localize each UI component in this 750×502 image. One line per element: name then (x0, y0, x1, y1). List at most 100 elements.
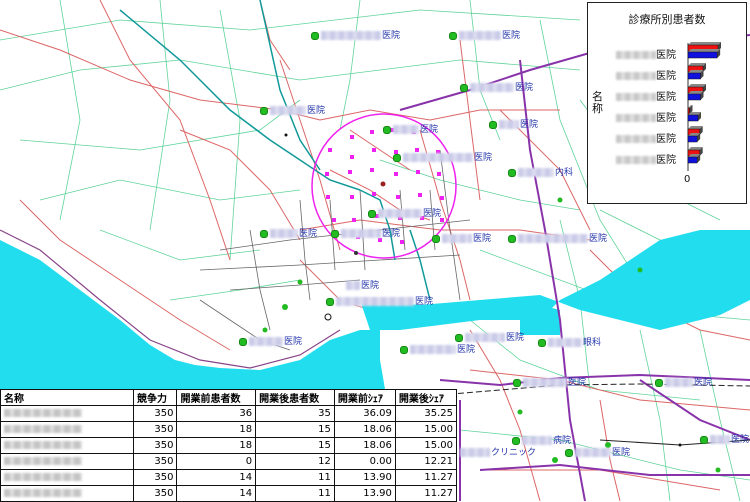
table-row[interactable]: 350 0 12 0.00 12.21 (0, 453, 458, 470)
clinic-label-suffix: 医院 (474, 153, 493, 163)
clinic-label[interactable]: 医院 (455, 333, 524, 344)
clinic-marker-icon (565, 448, 573, 457)
chart-bar[interactable] (687, 49, 721, 59)
clinic-label[interactable]: 医院 (513, 378, 586, 389)
redacted-name (336, 297, 414, 306)
clinic-marker-icon (538, 338, 546, 347)
redacted-name (4, 457, 82, 465)
clinic-marker-icon (455, 333, 463, 342)
cell-name (0, 405, 134, 422)
cell-competitiveness: 350 (132, 485, 178, 502)
clinic-label[interactable]: 眼科 (538, 338, 601, 349)
clinic-label[interactable]: 医院 (565, 448, 630, 459)
cell-share-after: 15.00 (394, 421, 458, 438)
black-point (284, 133, 288, 137)
clinic-label[interactable]: クリニック (460, 448, 536, 459)
clinic-label-suffix: 医院 (568, 378, 587, 388)
clinic-table: 名称 競争力 開業前患者数 開業後患者数 開業前ｼｪｱ 開業後ｼｪｱ 350 3… (0, 389, 458, 502)
clinic-label[interactable]: 医院 (260, 229, 317, 240)
clinic-label-suffix: 医院 (473, 234, 492, 244)
clinic-label[interactable]: 医院 (400, 345, 475, 356)
cell-competitiveness: 350 (132, 437, 178, 454)
cell-name (0, 469, 134, 486)
clinic-label-suffix: クリニック (491, 448, 537, 458)
clinic-label[interactable]: 医院 (700, 435, 749, 446)
cell-share-after: 11.27 (394, 469, 458, 486)
table-row[interactable]: 350 18 15 18.06 15.00 (0, 437, 458, 454)
clinic-marker-icon (368, 209, 376, 218)
redacted-name (665, 378, 693, 387)
clinic-label[interactable]: 医院 (449, 31, 520, 42)
clinic-label[interactable]: 医院 (489, 120, 538, 131)
cell-name (0, 453, 134, 470)
redacted-name (710, 435, 730, 444)
chart-bar[interactable] (687, 133, 701, 143)
clinic-marker-icon (311, 31, 319, 40)
clinic-label[interactable]: 医院 (432, 234, 491, 245)
redacted-name (575, 448, 611, 457)
clinic-marker-icon (400, 345, 408, 354)
cell-patients-before: 18 (176, 437, 257, 454)
redacted-name (403, 153, 473, 162)
clinic-label-suffix: 医院 (382, 229, 401, 239)
col-header-patients-after[interactable]: 開業後患者数 (255, 389, 335, 406)
cell-name (0, 437, 134, 454)
cell-share-after: 15.00 (394, 437, 458, 454)
col-header-share-after[interactable]: 開業後ｼｪｱ (394, 389, 458, 406)
clinic-label[interactable]: 医院 (460, 83, 533, 94)
table-row[interactable]: 350 36 35 36.09 35.25 (0, 405, 458, 422)
clinic-label-suffix: 病院 (553, 436, 572, 446)
clinic-label[interactable]: 医院 (331, 229, 400, 240)
clinic-label[interactable]: 医院 (368, 209, 441, 220)
cell-patients-before: 0 (176, 453, 257, 470)
clinic-label-suffix: 医院 (589, 234, 608, 244)
chart-bar[interactable] (687, 154, 701, 164)
table-row[interactable]: 350 18 15 18.06 15.00 (0, 421, 458, 438)
clinic-label[interactable]: 病院 (512, 436, 571, 447)
col-header-competitiveness[interactable]: 競争力 (132, 389, 178, 406)
clinic-label[interactable]: 医院 (311, 31, 400, 42)
redacted-name (341, 229, 381, 238)
clinic-label[interactable]: 医院 (508, 234, 607, 245)
table-header-row: 名称 競争力 開業前患者数 開業後患者数 開業前ｼｪｱ 開業後ｼｪｱ (0, 389, 458, 406)
redacted-name (465, 333, 505, 342)
new-clinic-marker[interactable] (380, 181, 386, 187)
cell-share-before: 18.06 (333, 421, 396, 438)
redacted-name (522, 436, 552, 445)
clinic-label-suffix: 内科 (555, 168, 574, 178)
chart-bar[interactable] (687, 70, 704, 80)
clinic-label[interactable]: 医院 (655, 378, 712, 389)
clinic-label[interactable]: 医院 (260, 106, 325, 117)
patient-count-chart[interactable]: 診療所別患者数 名称 医院 医院 医院 医院 医院 医院 0 (587, 2, 747, 204)
clinic-label-suffix: 医院 (520, 120, 539, 130)
clinic-label[interactable]: 内科 (508, 168, 573, 179)
redacted-name (410, 345, 456, 354)
redacted-name (4, 489, 82, 497)
clinic-label-suffix: 医院 (612, 448, 631, 458)
clinic-label[interactable]: 医院 (393, 153, 492, 164)
cell-share-before: 13.90 (333, 469, 396, 486)
cell-share-after: 11.27 (394, 485, 458, 502)
clinic-label[interactable]: 医院 (326, 297, 433, 308)
cell-name (0, 421, 134, 438)
clinic-marker-icon (239, 337, 247, 346)
chart-bar[interactable] (687, 91, 704, 101)
clinic-marker-icon (449, 31, 457, 40)
table-row[interactable]: 350 14 11 13.90 11.27 (0, 485, 458, 502)
clinic-label-suffix: 医院 (382, 31, 401, 41)
clinic-label[interactable]: 医院 (383, 125, 438, 136)
redacted-name (4, 441, 82, 449)
clinic-label-suffix: 眼科 (583, 338, 602, 348)
col-header-patients-before[interactable]: 開業前患者数 (176, 389, 257, 406)
clinic-label[interactable]: 医院 (239, 337, 302, 348)
chart-bar[interactable] (687, 112, 701, 122)
clinic-label-suffix: 医院 (502, 31, 521, 41)
clinic-label[interactable]: 医院 (346, 281, 379, 292)
col-header-share-before[interactable]: 開業前ｼｪｱ (333, 389, 396, 406)
clinic-label-suffix: 医院 (731, 435, 750, 445)
redacted-name (346, 281, 360, 290)
redacted-name (321, 31, 381, 40)
table-row[interactable]: 350 14 11 13.90 11.27 (0, 469, 458, 486)
cell-patients-before: 18 (176, 421, 257, 438)
col-header-name[interactable]: 名称 (0, 389, 134, 406)
